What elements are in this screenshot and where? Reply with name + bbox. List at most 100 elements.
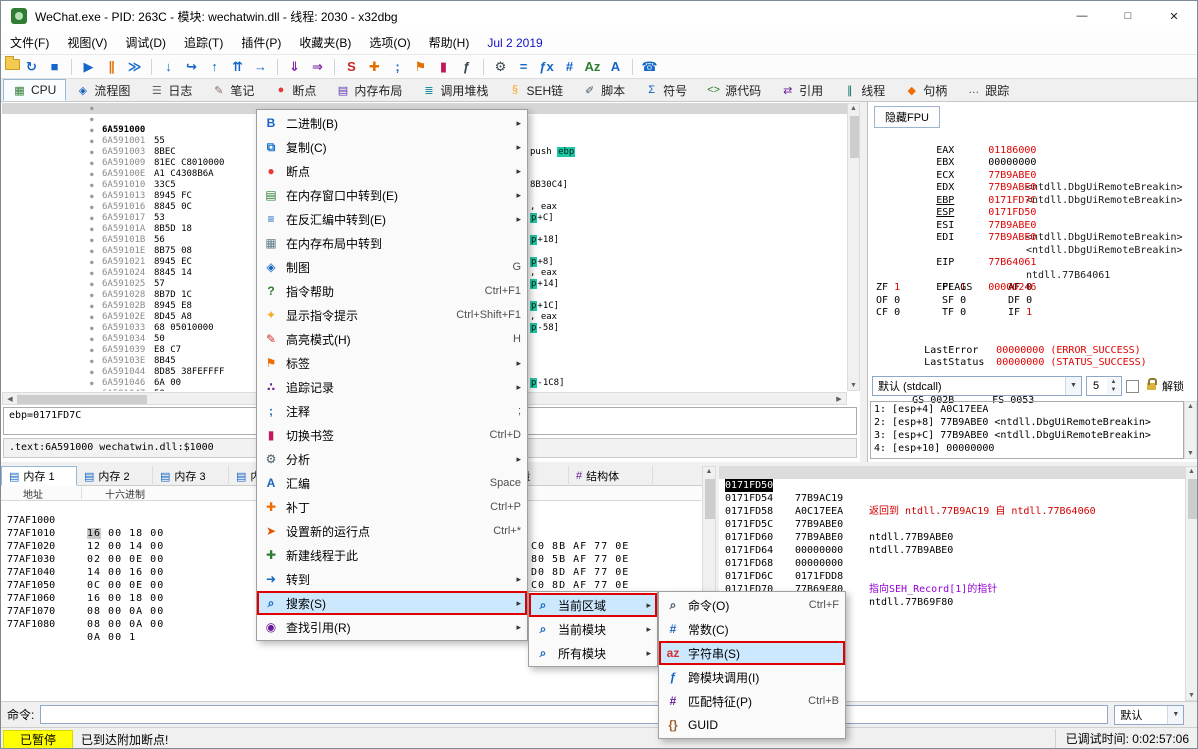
settings-gear-icon[interactable]: ⚙ [489,57,512,77]
breakpoint-dot[interactable]: ● [90,213,94,224]
vertical-splitter[interactable] [860,102,867,462]
breakpoint-dot[interactable]: ● [90,125,94,136]
breakpoint-dot[interactable]: ● [90,202,94,213]
maximize-button[interactable]: □ [1105,1,1151,31]
register-row[interactable]: ESP0171FD50 [876,195,1196,208]
menu-graph[interactable]: ◈ 制图 G [257,255,527,279]
tab-cpu[interactable]: ▦ CPU [3,79,66,101]
step-over-icon[interactable]: ↪ [180,57,203,77]
step-out-icon[interactable]: ↑ [203,57,226,77]
tab-source[interactable]: <> 源代码 [697,79,771,101]
tab-notes[interactable]: ✎ 笔记 [202,79,264,101]
function-icon[interactable]: ƒ [455,57,478,77]
menu-search-current-region[interactable]: ⌕ 当前区域 ▸ [529,593,657,617]
menu-analysis[interactable]: ⚙ 分析 ▸ [257,447,527,471]
menu-binary[interactable]: B 二进制(B) ▸ [257,111,527,135]
tab-symbols[interactable]: Σ 符号 [635,79,697,101]
register-row[interactable]: ESI77B9ABE0 <ntdll.DbgUiRemoteBreakin> [876,207,1196,220]
breakpoint-dot[interactable]: ● [90,147,94,158]
tab-handles[interactable]: ◆ 句柄 [895,79,957,101]
breakpoint-dot[interactable]: ● [90,180,94,191]
spin-down-icon[interactable]: ▼ [1107,386,1120,394]
disasm-vertical-scrollbar[interactable]: ▲ ▼ [847,103,860,391]
stack-row[interactable]: 0171FD6C 77B69F80 ntdll.77B69F80 [719,557,1185,570]
menu-assemble[interactable]: A 汇编 Space [257,471,527,495]
breakpoint-dot[interactable]: ● [90,158,94,169]
tab-struct[interactable]: # 结构体 [569,466,653,486]
label-icon[interactable]: ⚑ [409,57,432,77]
pattern-icon[interactable]: # [558,57,581,77]
register-row[interactable]: EBP0171FD7C [876,182,1196,195]
scroll-up-icon[interactable]: ▲ [848,105,859,112]
title-bar[interactable]: WeChat.exe - PID: 263C - 模块: wechatwin.d… [1,1,1197,31]
chevron-down-icon[interactable]: ▼ [1167,706,1183,724]
fx-icon[interactable]: ƒx [535,57,558,77]
call-arguments-box[interactable]: 1: [esp+4] A0C17EEA2: [esp+8] 77B9ABE0 <… [870,401,1184,459]
trace-into-icon[interactable]: ⇓ [283,57,306,77]
menu-view[interactable]: 视图(V) [58,31,116,55]
close-button[interactable]: ✕ [1151,1,1197,31]
stack-row[interactable]: 0171FD70 D60FE6D6 [719,570,1185,583]
argument-count-stepper[interactable]: 5▲▼ [1086,376,1122,396]
menu-search-command[interactable]: ⌕ 命令(O) Ctrl+F [659,593,845,617]
hide-fpu-button[interactable]: 隐藏FPU [874,106,940,128]
breakpoint-dot[interactable]: ● [90,323,94,334]
tab-memory-map[interactable]: ▤ 内存布局 [326,79,412,101]
patches-icon[interactable]: ✚ [363,57,386,77]
run-to-return-icon[interactable]: ⇈ [226,57,249,77]
menu-toggle-bookmark[interactable]: ▮ 切换书签 Ctrl+D [257,423,527,447]
phone-icon[interactable]: ☎ [638,57,661,77]
menu-plugins[interactable]: 插件(P) [232,31,290,55]
breakpoint-dot[interactable]: ● [90,103,94,114]
stack-row[interactable]: 0171FD60 00000000 [719,518,1185,531]
unlock-checkbox[interactable] [1126,380,1139,393]
cpu-flag[interactable]: DF 0 [1008,295,1074,308]
tab-seh[interactable]: § SEH链 [498,79,573,101]
breakpoint-dot[interactable]: ● [90,235,94,246]
tab-trace[interactable]: … 跟踪 [957,79,1019,101]
tab-references[interactable]: ⇄ 引用 [771,79,833,101]
register-row[interactable]: ECX77B9ABE0 <ntdll.DbgUiRemoteBreakin> [876,157,1196,170]
menu-new-thread-here[interactable]: ✚ 新建线程于此 [257,543,527,567]
tab-script[interactable]: ✐ 脚本 [573,79,635,101]
register-row[interactable]: EBX00000000 [876,145,1196,158]
tab-dump-2[interactable]: ▤ 内存 2 [77,466,153,486]
register-row[interactable]: EAX01186000 [876,132,1196,145]
menu-search-all-modules[interactable]: ⌕ 所有模块 ▸ [529,641,657,665]
breakpoint-dot[interactable]: ● [90,356,94,367]
menu-set-new-origin[interactable]: ➤ 设置新的运行点 Ctrl+* [257,519,527,543]
strings-icon[interactable]: Az [581,57,604,77]
scroll-down-icon[interactable]: ▼ [848,382,859,389]
menu-search-pattern[interactable]: # 匹配特征(P) Ctrl+B [659,689,845,713]
breakpoint-dot[interactable]: ● [90,257,94,268]
tab-breakpoints[interactable]: ● 断点 [264,79,326,101]
breakpoint-dot[interactable]: ● [90,136,94,147]
tab-call-stack[interactable]: ≣ 调用堆栈 [412,79,498,101]
breakpoint-dot[interactable]: ● [90,191,94,202]
bookmark-icon[interactable]: ▮ [432,57,455,77]
menu-trace[interactable]: 追踪(T) [175,31,232,55]
register-row[interactable] [876,257,1196,270]
scroll-left-icon[interactable]: ◀ [4,395,16,403]
preferences-icon[interactable]: A [604,57,627,77]
call-argument[interactable]: 3: [esp+C] 77B9ABE0 <ntdll.DbgUiRemoteBr… [874,429,1180,442]
call-argument[interactable]: 1: [esp+4] A0C17EEA [874,403,1180,416]
breakpoint-dot[interactable]: ● [90,334,94,345]
stop-icon[interactable]: ■ [43,57,66,77]
stack-row[interactable]: 0171FD5C 77B9ABE0 ntdll.77B9ABE0 [719,505,1185,518]
breakpoint-dot[interactable]: ● [90,367,94,378]
menu-favourites[interactable]: 收藏夹(B) [290,31,360,55]
breakpoint-dot[interactable]: ● [90,169,94,180]
breakpoint-dot[interactable]: ● [90,246,94,257]
stack-scrollbar[interactable]: ▲ ▼ [1185,466,1198,701]
scroll-thumb[interactable] [17,395,147,404]
menu-goto[interactable]: ➜ 转到 ▸ [257,567,527,591]
menu-follow-in-dump[interactable]: ▤ 在内存窗口中转到(E) ▸ [257,183,527,207]
breakpoint-dot[interactable]: ● [90,279,94,290]
menu-help[interactable]: 帮助(H) [420,31,479,55]
menu-trace-record[interactable]: ∴ 追踪记录 ▸ [257,375,527,399]
scylla-icon[interactable]: S [340,57,363,77]
tab-threads[interactable]: ∥ 线程 [833,79,895,101]
breakpoint-dot[interactable]: ● [90,378,94,389]
run-icon[interactable]: ▶ [77,57,100,77]
